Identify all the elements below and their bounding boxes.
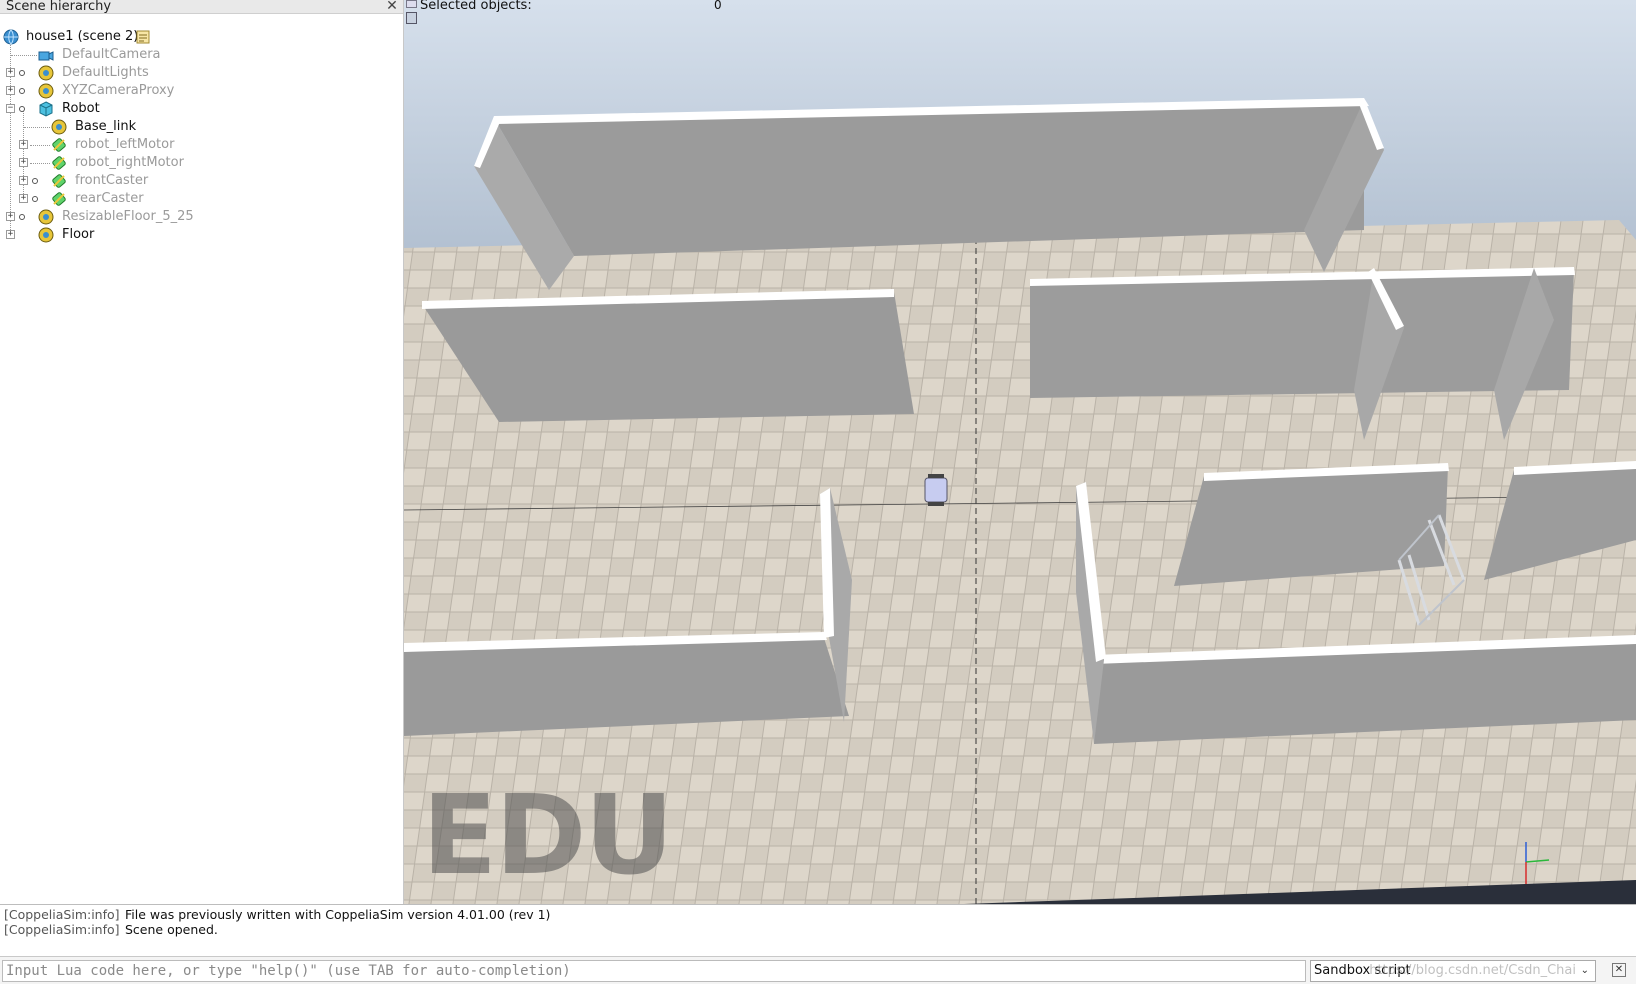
tree-item-label: DefaultCamera (62, 47, 161, 62)
dummy-icon (51, 119, 67, 135)
script-icon[interactable] (135, 29, 151, 45)
expand-icon[interactable]: + (19, 176, 28, 185)
tree-item-resizablefloor[interactable]: + ResizableFloor_5_25 (0, 208, 400, 226)
visibility-dot-icon (19, 88, 25, 94)
tree-item-label: house1 (scene 2) (26, 29, 139, 44)
tree-line (30, 145, 50, 146)
close-icon[interactable]: ✕ (1612, 963, 1626, 977)
expand-icon[interactable]: + (6, 86, 15, 95)
joint-icon (52, 192, 66, 206)
dummy-icon (38, 83, 54, 99)
lua-command-bar: Sandbox script ⌄ https://blog.csdn.net/C… (0, 956, 1636, 984)
tree-item-robot[interactable]: − Robot (0, 100, 400, 118)
dummy-icon (38, 227, 54, 243)
status-console: [CoppeliaSim:info] File was previously w… (0, 904, 1636, 956)
tree-item-rearcaster[interactable]: + rearCaster (0, 190, 400, 208)
tree-item-label: robot_leftMotor (75, 137, 175, 152)
tree-item-house1[interactable]: house1 (scene 2) (0, 28, 400, 46)
robot-model (924, 474, 948, 506)
edu-watermark: EDU (422, 771, 674, 899)
console-line: [CoppeliaSim:info] Scene opened. (4, 922, 1636, 937)
visibility-dot-icon (32, 178, 38, 184)
lua-command-input[interactable] (2, 960, 1306, 982)
expand-icon[interactable]: + (19, 194, 28, 203)
visibility-dot-icon (32, 196, 38, 202)
joint-icon (52, 174, 66, 188)
dummy-icon (38, 65, 54, 81)
console-line-text: Scene opened. (124, 922, 218, 937)
console-line-tag: [CoppeliaSim:info] (4, 922, 120, 937)
console-line: [CoppeliaSim:info] File was previously w… (4, 907, 1636, 922)
expand-icon[interactable]: + (19, 140, 28, 149)
tree-item-label: frontCaster (75, 173, 149, 188)
joint-icon (52, 156, 66, 170)
visibility-dot-icon (19, 214, 25, 220)
expand-icon[interactable]: + (6, 212, 15, 221)
tree-item-label: robot_rightMotor (75, 155, 184, 170)
tree-line (24, 127, 50, 128)
expand-icon[interactable]: + (6, 68, 15, 77)
tree-item-label: Robot (62, 101, 100, 116)
tree-line (11, 55, 37, 56)
tree-item-frontcaster[interactable]: + frontCaster (0, 172, 400, 190)
expand-icon[interactable]: + (6, 230, 15, 239)
scene-3d-render (404, 98, 1636, 904)
tree-item-label: Base_link (75, 119, 137, 134)
globe-icon (3, 29, 19, 45)
cube-icon (39, 101, 53, 117)
console-line-text: File was previously written with Coppeli… (124, 907, 551, 922)
tree-item-label: XYZCameraProxy (62, 83, 175, 98)
visibility-dot-icon (19, 70, 25, 76)
wall-middle-left (422, 289, 914, 422)
blog-watermark: https://blog.csdn.net/Csdn_Chai (1369, 963, 1576, 978)
tree-item-label: rearCaster (75, 191, 144, 206)
tree-item-base-link[interactable]: Base_link (0, 118, 400, 136)
scene-viewport[interactable]: Selected objects: 0 EDU (404, 0, 1636, 904)
scene-hierarchy-title: Scene hierarchy ✕ (0, 0, 403, 14)
tree-item-xyzcameraproxy[interactable]: + XYZCameraProxy (0, 82, 400, 100)
dummy-icon (38, 209, 54, 225)
selected-objects-label: Selected objects: (420, 0, 532, 13)
joint-icon (52, 138, 66, 152)
console-line-tag: [CoppeliaSim:info] (4, 907, 120, 922)
visibility-dot-icon (19, 106, 25, 112)
app-window: Scene hierarchy ✕ house1 (scene 2) Defau… (0, 0, 1636, 984)
collapse-icon[interactable]: − (6, 104, 15, 113)
tree-line (30, 163, 50, 164)
scene-hierarchy-title-text: Scene hierarchy (6, 0, 112, 14)
tree-item-robot-leftmotor[interactable]: + robot_leftMotor (0, 136, 400, 154)
scene-hierarchy-panel: Scene hierarchy ✕ house1 (scene 2) Defau… (0, 0, 404, 904)
viewport-toolbar-button[interactable] (406, 12, 417, 24)
tree-item-defaultcamera[interactable]: DefaultCamera (0, 46, 400, 64)
tree-item-floor[interactable]: + Floor (0, 226, 400, 244)
tree-item-defaultlights[interactable]: + DefaultLights (0, 64, 400, 82)
chevron-down-icon: ⌄ (1580, 965, 1589, 976)
viewport-toolbar-button[interactable] (406, 0, 417, 8)
tree-item-label: DefaultLights (62, 65, 149, 80)
tree-item-robot-rightmotor[interactable]: + robot_rightMotor (0, 154, 400, 172)
tree-item-label: Floor (62, 227, 95, 242)
camera-icon (38, 51, 54, 61)
tree-item-label: ResizableFloor_5_25 (62, 209, 194, 224)
expand-icon[interactable]: + (19, 158, 28, 167)
selected-objects-count: 0 (714, 0, 722, 12)
close-icon[interactable]: ✕ (385, 0, 399, 14)
